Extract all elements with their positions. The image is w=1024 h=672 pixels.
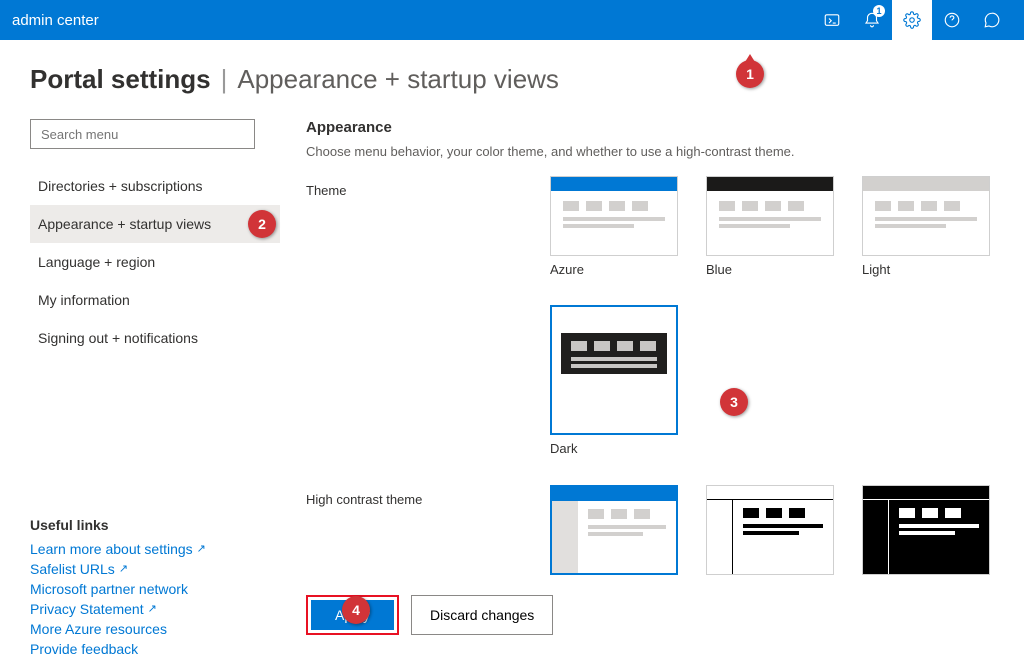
page-subtitle: Appearance + startup views <box>237 64 559 95</box>
sidebar-item-language[interactable]: Language + region <box>30 243 280 281</box>
link-partner[interactable]: Microsoft partner network <box>30 579 272 599</box>
notification-badge: 1 <box>873 5 885 17</box>
sidebar: Directories + subscriptions Appearance +… <box>0 119 290 659</box>
theme-option-azure[interactable]: Azure <box>550 176 678 277</box>
link-feedback[interactable]: Provide feedback <box>30 639 272 659</box>
external-link-icon: ↗ <box>119 559 128 579</box>
appearance-description: Choose menu behavior, your color theme, … <box>306 144 1024 159</box>
link-learn-more[interactable]: Learn more about settings↗ <box>30 539 272 559</box>
page-title: Portal settings <box>30 64 211 95</box>
callout-2: 2 <box>248 210 276 238</box>
useful-links: Useful links Learn more about settings↗ … <box>30 517 272 659</box>
callout-1: 1 <box>736 60 764 88</box>
sidebar-item-directories[interactable]: Directories + subscriptions <box>30 167 280 205</box>
link-safelist[interactable]: Safelist URLs↗ <box>30 559 272 579</box>
theme-option-blue[interactable]: Blue <box>706 176 834 277</box>
callout-3: 3 <box>720 388 748 416</box>
help-icon[interactable] <box>932 0 972 40</box>
theme-grid: Azure Blue Light Dark <box>550 176 1024 456</box>
external-link-icon: ↗ <box>197 539 206 559</box>
hc-theme-option-1[interactable] <box>550 485 678 575</box>
settings-icon[interactable] <box>892 0 932 40</box>
theme-option-light[interactable]: Light <box>862 176 990 277</box>
page-title-bar: Portal settings | Appearance + startup v… <box>0 40 1024 119</box>
link-privacy[interactable]: Privacy Statement↗ <box>30 599 272 619</box>
hc-theme-option-2[interactable] <box>706 485 834 575</box>
useful-links-title: Useful links <box>30 517 272 533</box>
notifications-icon[interactable]: 1 <box>852 0 892 40</box>
sidebar-nav: Directories + subscriptions Appearance +… <box>30 167 272 357</box>
cloud-shell-icon[interactable] <box>812 0 852 40</box>
callout-4: 4 <box>342 596 370 624</box>
link-resources[interactable]: More Azure resources <box>30 619 272 639</box>
theme-option-dark[interactable]: Dark <box>550 305 678 456</box>
external-link-icon: ↗ <box>148 599 157 619</box>
sidebar-item-appearance[interactable]: Appearance + startup views <box>30 205 280 243</box>
title-separator: | <box>221 64 228 95</box>
appearance-heading: Appearance <box>306 119 1024 136</box>
header-icons: 1 <box>812 0 1012 40</box>
top-header: admin center 1 <box>0 0 1024 40</box>
action-buttons: Apply Discard changes <box>306 595 1024 635</box>
app-title: admin center <box>12 12 812 29</box>
sidebar-item-my-info[interactable]: My information <box>30 281 280 319</box>
hc-theme-option-3[interactable] <box>862 485 990 575</box>
feedback-icon[interactable] <box>972 0 1012 40</box>
high-contrast-grid <box>550 485 1024 575</box>
discard-button[interactable]: Discard changes <box>411 595 553 635</box>
search-input[interactable] <box>30 119 255 149</box>
content-area: Appearance Choose menu behavior, your co… <box>290 119 1024 659</box>
sidebar-item-signout[interactable]: Signing out + notifications <box>30 319 280 357</box>
